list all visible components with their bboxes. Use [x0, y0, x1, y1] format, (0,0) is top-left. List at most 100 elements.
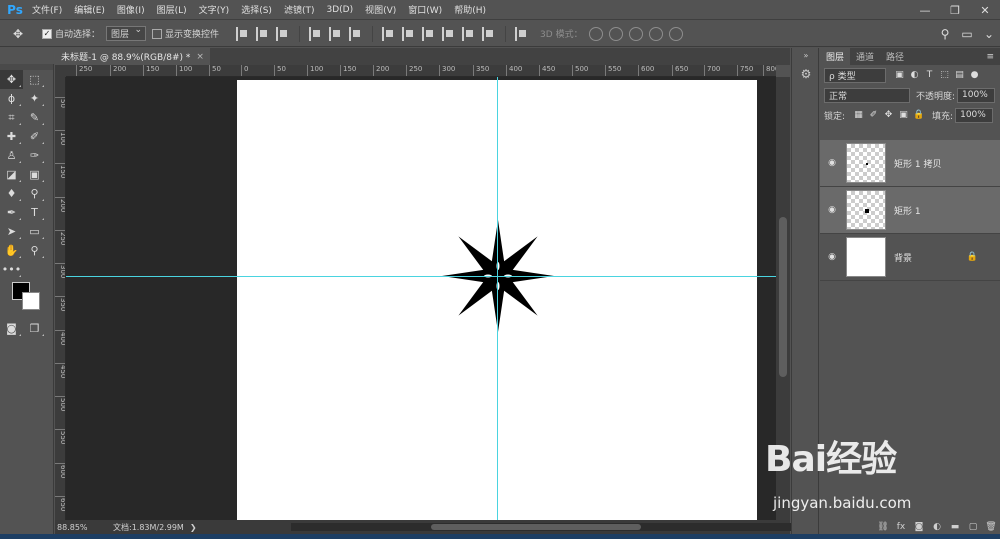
- layer-style-icon[interactable]: fx: [892, 522, 910, 532]
- menu-help[interactable]: 帮助(H): [448, 3, 492, 16]
- screen-mode-icon[interactable]: ❐: [23, 319, 46, 338]
- eyedropper-icon[interactable]: ✎: [23, 108, 46, 127]
- distribute-top-icon[interactable]: [382, 26, 396, 41]
- opacity-field[interactable]: 100%: [957, 87, 996, 103]
- filter-toggle-icon[interactable]: ●: [967, 70, 982, 80]
- lasso-tool-icon[interactable]: ϕ: [0, 89, 23, 108]
- lock-artboard-icon[interactable]: ▣: [896, 110, 911, 120]
- lock-all-icon[interactable]: 🔒: [911, 110, 926, 120]
- horizontal-guide[interactable]: [66, 276, 776, 277]
- menu-edit[interactable]: 编辑(E): [68, 3, 111, 16]
- scale-3d-icon[interactable]: [668, 26, 683, 41]
- blur-tool-icon[interactable]: ♦: [0, 184, 23, 203]
- fill-field[interactable]: 100%: [955, 107, 994, 123]
- align-top-icon[interactable]: [236, 26, 250, 41]
- vertical-scroll-thumb[interactable]: [779, 217, 787, 377]
- healing-brush-icon[interactable]: ✚: [0, 127, 23, 146]
- shape-filter-icon[interactable]: ⬚: [937, 70, 952, 80]
- visibility-eye-icon[interactable]: ◉: [820, 252, 844, 262]
- distribute-hcenter-icon[interactable]: [462, 26, 476, 41]
- layer-thumbnail[interactable]: [846, 237, 886, 277]
- adjustment-layer-icon[interactable]: ◐: [928, 522, 946, 532]
- brush-tool-icon[interactable]: ✐: [23, 127, 46, 146]
- new-group-icon[interactable]: ▬: [946, 522, 964, 532]
- type-filter-icon[interactable]: T: [922, 70, 937, 80]
- layer-row[interactable]: ◉ 背景 🔒: [820, 234, 1000, 281]
- canvas-area[interactable]: [66, 77, 776, 520]
- visibility-eye-icon[interactable]: ◉: [820, 158, 844, 168]
- lock-position-icon[interactable]: ✥: [881, 110, 896, 120]
- pixel-filter-icon[interactable]: ▣: [892, 70, 907, 80]
- magic-wand-icon[interactable]: ✦: [23, 89, 46, 108]
- layer-filter-dropdown[interactable]: ρ 类型: [824, 67, 886, 83]
- status-menu-icon[interactable]: ❯: [190, 523, 197, 532]
- lock-pixels-icon[interactable]: ✐: [866, 110, 881, 120]
- path-select-icon[interactable]: ➤: [0, 222, 23, 241]
- menu-window[interactable]: 窗口(W): [402, 3, 448, 16]
- hand-tool-icon[interactable]: ✋: [0, 241, 23, 260]
- clone-stamp-icon[interactable]: ♙: [0, 146, 23, 165]
- horizontal-ruler[interactable]: 250 200 150 100 50 0 50 100 150 200 250 300 350 400 45…: [66, 65, 776, 77]
- eraser-tool-icon[interactable]: ◪: [0, 165, 23, 184]
- background-color-swatch[interactable]: [22, 292, 40, 310]
- tab-layers[interactable]: 图层: [820, 48, 851, 65]
- menu-image[interactable]: 图像(I): [111, 3, 151, 16]
- menu-layer[interactable]: 图层(L): [151, 3, 193, 16]
- auto-align-icon[interactable]: [515, 26, 529, 41]
- align-left-icon[interactable]: [309, 26, 323, 41]
- close-tab-icon[interactable]: ×: [196, 52, 204, 62]
- drag-3d-icon[interactable]: [628, 26, 643, 41]
- gradient-tool-icon[interactable]: ▣: [23, 165, 46, 184]
- auto-select-dropdown[interactable]: 图层: [106, 25, 147, 41]
- tab-channels[interactable]: 通道: [850, 48, 880, 65]
- dodge-tool-icon[interactable]: ⚲: [23, 184, 46, 203]
- vertical-ruler[interactable]: 50 100 150 200 250 300 350 400 450 500 550 600 650: [55, 77, 66, 520]
- slide-3d-icon[interactable]: [648, 26, 663, 41]
- more-tools-icon[interactable]: •••: [0, 260, 23, 279]
- layer-thumbnail[interactable]: [846, 143, 886, 183]
- link-layers-icon[interactable]: ⛓: [874, 522, 892, 532]
- lock-transparent-icon[interactable]: ▦: [851, 110, 866, 120]
- align-right-icon[interactable]: [349, 26, 363, 41]
- layer-name[interactable]: 矩形 1 拷贝: [894, 157, 941, 170]
- menu-view[interactable]: 视图(V): [359, 3, 402, 16]
- workspace-icon[interactable]: ▭: [956, 27, 978, 41]
- horizontal-scrollbar[interactable]: [291, 523, 811, 531]
- workspace-menu-icon[interactable]: ⌄: [978, 27, 1000, 41]
- crop-tool-icon[interactable]: ⌗: [0, 108, 23, 127]
- move-tool-icon[interactable]: ✥: [0, 70, 23, 89]
- show-transform-checkbox[interactable]: [152, 28, 163, 39]
- layer-lock-icon[interactable]: 🔒: [967, 252, 978, 262]
- zoom-tool-icon[interactable]: ⚲: [23, 241, 46, 260]
- quick-mask-icon[interactable]: ◙: [0, 319, 23, 338]
- adjustment-filter-icon[interactable]: ◐: [907, 70, 922, 80]
- document-tab[interactable]: 未标题-1 @ 88.9%(RGB/8#) * ×: [55, 48, 210, 65]
- zoom-level-field[interactable]: 88.85%: [55, 523, 99, 532]
- menu-select[interactable]: 选择(S): [235, 3, 278, 16]
- visibility-eye-icon[interactable]: ◉: [820, 205, 844, 215]
- close-button[interactable]: ✕: [970, 0, 1000, 20]
- orbit-3d-icon[interactable]: [588, 26, 603, 41]
- roll-3d-icon[interactable]: [608, 26, 623, 41]
- align-vcenter-icon[interactable]: [256, 26, 270, 41]
- menu-3d[interactable]: 3D(D): [320, 5, 359, 15]
- layer-name[interactable]: 矩形 1: [894, 204, 921, 217]
- layer-thumbnail[interactable]: [846, 190, 886, 230]
- properties-panel-icon[interactable]: ⚙: [792, 62, 820, 86]
- layer-row[interactable]: ◉ 矩形 1 拷贝: [820, 140, 1000, 187]
- new-layer-icon[interactable]: ▢: [964, 522, 982, 532]
- distribute-vcenter-icon[interactable]: [402, 26, 416, 41]
- tab-paths[interactable]: 路径: [880, 48, 910, 65]
- restore-button[interactable]: ❐: [940, 0, 970, 20]
- minimize-button[interactable]: —: [910, 0, 940, 20]
- align-hcenter-icon[interactable]: [329, 26, 343, 41]
- pen-tool-icon[interactable]: ✒: [0, 203, 23, 222]
- history-brush-icon[interactable]: ✑: [23, 146, 46, 165]
- distribute-right-icon[interactable]: [482, 26, 496, 41]
- auto-select-checkbox[interactable]: ✓: [42, 28, 52, 39]
- ruler-origin[interactable]: [55, 65, 66, 77]
- rectangle-tool-icon[interactable]: ▭: [23, 222, 46, 241]
- horizontal-scroll-thumb[interactable]: [431, 524, 641, 530]
- add-mask-icon[interactable]: ◙: [910, 522, 928, 532]
- search-icon[interactable]: ⚲: [934, 27, 956, 41]
